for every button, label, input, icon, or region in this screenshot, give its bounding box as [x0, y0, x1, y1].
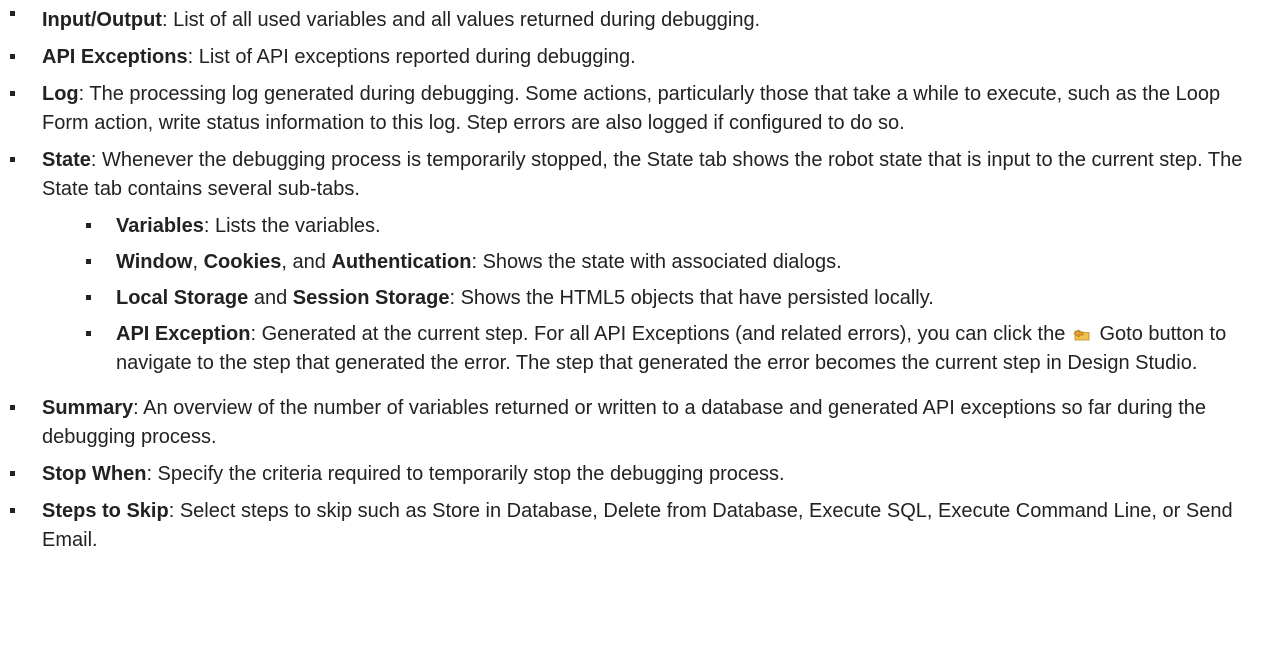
- term-summary: Summary: [42, 397, 134, 419]
- list-item-log: Log: The processing log generated during…: [0, 80, 1269, 138]
- list-item-summary: Summary: An overview of the number of va…: [0, 394, 1269, 452]
- desc-state: : Whenever the debugging process is temp…: [42, 149, 1243, 200]
- separator: , and: [281, 251, 332, 273]
- term-stop-when: Stop When: [42, 463, 147, 485]
- bullet-marker: [86, 295, 91, 300]
- desc-storage: : Shows the HTML5 objects that have pers…: [449, 287, 934, 309]
- term-local-storage: Local Storage: [116, 287, 249, 309]
- term-api-exceptions: API Exceptions: [42, 46, 188, 68]
- tab-description-list: Input/Output: List of all used variables…: [0, 0, 1269, 555]
- help-content: Input/Output: List of all used variables…: [0, 0, 1269, 555]
- bullet-marker: [86, 259, 91, 264]
- list-item-input-output: Input/Output: List of all used variables…: [0, 0, 1269, 35]
- desc-steps-to-skip: : Select steps to skip such as Store in …: [42, 500, 1233, 551]
- term-log: Log: [42, 83, 79, 105]
- desc-input-output: : List of all used variables and all val…: [161, 9, 761, 31]
- bullet-marker: [86, 223, 91, 228]
- term-session-storage: Session Storage: [292, 287, 450, 309]
- bullet-marker: [10, 54, 15, 59]
- state-subtab-list: Variables: Lists the variables. Window, …: [42, 212, 1269, 378]
- bullet-marker: [10, 11, 15, 16]
- term-authentication: Authentication: [331, 251, 472, 273]
- desc-api-exception-before: : Generated at the current step. For all…: [250, 323, 1066, 345]
- separator: and: [248, 287, 293, 309]
- bullet-marker: [10, 405, 15, 410]
- desc-log: : The processing log generated during de…: [42, 83, 1221, 134]
- desc-summary: : An overview of the number of variables…: [42, 397, 1207, 448]
- bullet-marker: [86, 331, 91, 336]
- bullet-marker: [10, 508, 15, 513]
- list-item-api-exceptions: API Exceptions: List of API exceptions r…: [0, 43, 1269, 72]
- list-item-state: State: Whenever the debugging process is…: [0, 146, 1269, 378]
- sublist-item-variables: Variables: Lists the variables.: [84, 212, 1269, 241]
- desc-api-exceptions: : List of API exceptions reported during…: [187, 46, 636, 68]
- goto-icon: [1073, 321, 1091, 341]
- sublist-item-window-cookies-auth: Window, Cookies, and Authentication: Sho…: [84, 248, 1269, 277]
- separator: ,: [192, 251, 204, 273]
- term-steps-to-skip: Steps to Skip: [42, 500, 169, 522]
- term-window: Window: [116, 251, 193, 273]
- desc-variables: : Lists the variables.: [203, 215, 381, 237]
- term-state: State: [42, 149, 91, 171]
- term-input-output: Input/Output: [42, 9, 162, 31]
- list-item-steps-to-skip: Steps to Skip: Select steps to skip such…: [0, 497, 1269, 555]
- term-api-exception: API Exception: [116, 323, 251, 345]
- term-variables: Variables: [116, 215, 204, 237]
- term-cookies: Cookies: [203, 251, 282, 273]
- bullet-marker: [10, 157, 15, 162]
- sublist-item-storage: Local Storage and Session Storage: Shows…: [84, 284, 1269, 313]
- bullet-marker: [10, 91, 15, 96]
- list-item-stop-when: Stop When: Specify the criteria required…: [0, 460, 1269, 489]
- sublist-item-api-exception: API Exception: Generated at the current …: [84, 320, 1269, 378]
- desc-stop-when: : Specify the criteria required to tempo…: [146, 463, 785, 485]
- desc-window-cookies-auth: : Shows the state with associated dialog…: [471, 251, 842, 273]
- bullet-marker: [10, 471, 15, 476]
